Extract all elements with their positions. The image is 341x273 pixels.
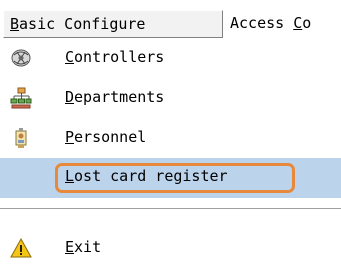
menu-separator bbox=[0, 208, 341, 210]
menu-item-exit-label: Exit bbox=[65, 238, 102, 256]
menu-item-personnel[interactable]: Personnel bbox=[0, 118, 341, 158]
menu-item-departments[interactable]: Departments bbox=[0, 78, 341, 118]
warning-icon bbox=[10, 237, 32, 259]
controllers-icon bbox=[10, 47, 32, 69]
menu-access-control[interactable]: Access Co bbox=[224, 10, 341, 38]
departments-icon bbox=[10, 87, 32, 109]
menu-item-exit[interactable]: Exit bbox=[0, 228, 341, 268]
personnel-icon bbox=[10, 127, 32, 149]
menu-basic-configure[interactable]: Basic Configure bbox=[3, 10, 223, 38]
basic-configure-dropdown: Controllers Departments Personnel Lost c… bbox=[0, 38, 341, 273]
menu-item-departments-label: Departments bbox=[65, 88, 165, 106]
menu-item-controllers-label: Controllers bbox=[65, 48, 165, 66]
menu-access-control-label: Access Co bbox=[230, 14, 312, 32]
menu-item-lost-card-register[interactable]: Lost card register bbox=[0, 158, 341, 198]
menu-item-personnel-label: Personnel bbox=[65, 128, 147, 146]
menu-item-lost-card-register-label: Lost card register bbox=[65, 167, 228, 185]
menu-item-controllers[interactable]: Controllers bbox=[0, 38, 341, 78]
menu-bar: Basic Configure Access Co bbox=[0, 0, 341, 38]
menu-basic-configure-label: Basic Configure bbox=[10, 15, 146, 33]
